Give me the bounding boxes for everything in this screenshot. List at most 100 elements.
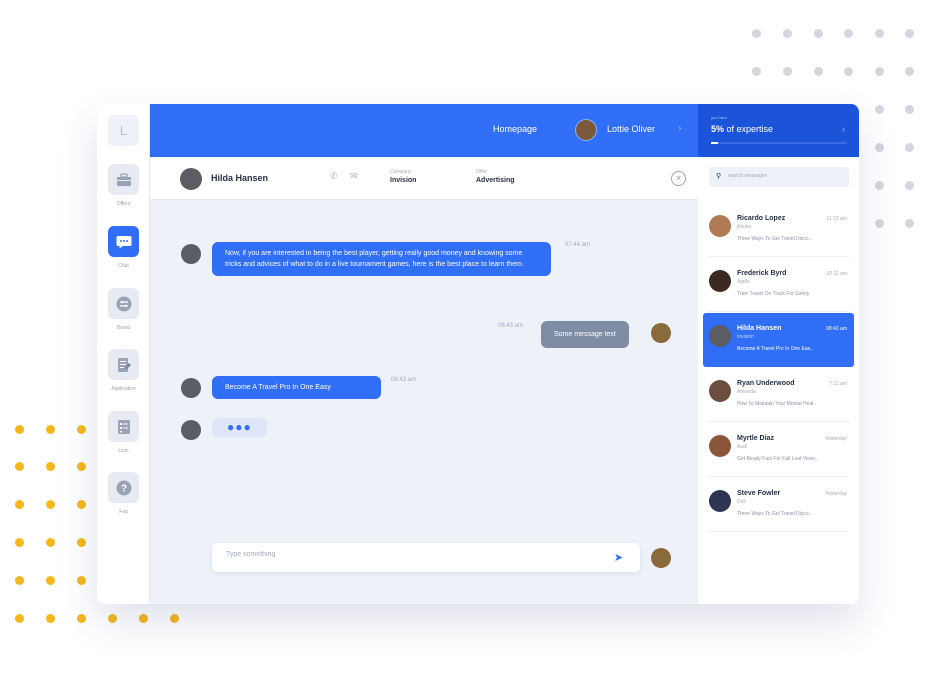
company-info: Company Invision: [390, 169, 416, 184]
expertise-caption: you have: [711, 115, 728, 120]
nav-label-lists: Lists: [118, 448, 129, 454]
message-bubble: Now, if you are interested in being the …: [212, 242, 551, 276]
message-bubble: Become A Travel Pro In One Easy: [212, 376, 381, 399]
nav-item-offers[interactable]: Offers: [97, 164, 150, 207]
contact-item[interactable]: Hilda Hansen Invision 08:43 am Become A Tra…: [703, 313, 854, 367]
message-avatar: [181, 420, 201, 440]
nav-label-offers: Offers: [116, 201, 131, 207]
homepage-link[interactable]: Homepage: [493, 124, 537, 134]
contact-name: Ricardo Lopez: [737, 215, 786, 222]
expertise-label: of expertise: [724, 124, 774, 134]
phone-icon[interactable]: ✆: [330, 171, 338, 182]
document-edit-icon: [108, 349, 139, 380]
search-input[interactable]: [728, 173, 838, 179]
contact-name: Steve Fowler: [737, 490, 781, 497]
left-nav: L Offers Chat Board Application Lists ? …: [97, 104, 150, 604]
contact-time: 7:11 am: [829, 381, 847, 387]
app-window: L Offers Chat Board Application Lists ? …: [97, 104, 859, 604]
message-avatar: [181, 378, 201, 398]
contact-preview: Three Ways To Get Travel Disco...: [737, 511, 813, 517]
sliders-icon: [108, 288, 139, 319]
nav-label-application: Application: [111, 386, 136, 392]
app-logo[interactable]: L: [108, 115, 139, 146]
divider: [708, 531, 849, 532]
expertise-value: 5% of expertise: [711, 124, 773, 134]
message-input[interactable]: [226, 551, 586, 558]
mail-icon[interactable]: ✉: [350, 171, 358, 182]
contact-name: Myrtle Diaz: [737, 435, 774, 442]
message-time: 07:44 am: [565, 242, 591, 248]
divider: [708, 476, 849, 477]
contact-time: 08:43 am: [826, 326, 847, 332]
nav-item-application[interactable]: Application: [97, 349, 150, 392]
contact-item[interactable]: Steve Fowler Dell Yesterday Three Ways To G…: [703, 478, 854, 532]
expertise-progress-fill: [711, 142, 718, 144]
top-bar: Homepage Lottie Oliver ›: [150, 104, 698, 157]
svg-text:?: ?: [120, 483, 126, 494]
contact-item[interactable]: Ryan Underwood Amoeda 7:11 am How To Mainta…: [703, 368, 854, 422]
chat-bubble-icon: [108, 226, 139, 257]
contact-preview: How To Maintain Your Mental Heal..: [737, 401, 817, 407]
list-icon: [108, 411, 139, 442]
contact-name: Frederick Byrd: [737, 270, 787, 277]
contact-time: 10:11 am: [826, 271, 847, 277]
nav-item-chat[interactable]: Chat: [97, 226, 150, 269]
close-icon[interactable]: ×: [671, 171, 686, 186]
expertise-progress-bar: [711, 142, 847, 144]
contact-avatar: [709, 215, 731, 237]
contact-item[interactable]: Frederick Byrd Apple 10:11 am Train Travel …: [703, 258, 854, 312]
question-icon: ?: [108, 472, 139, 503]
contact-preview: Become A Travel Pro In One Eas..: [737, 346, 813, 352]
contact-avatar: [709, 270, 731, 292]
message-composer: ➤: [212, 543, 640, 572]
contact-time: 11:23 am: [826, 216, 847, 222]
nav-item-board[interactable]: Board: [97, 288, 150, 331]
expertise-percent: 5%: [711, 124, 725, 134]
contact-preview: Train Travel On Track For Safety: [737, 291, 810, 297]
send-icon[interactable]: ➤: [614, 551, 623, 564]
message-time: 08:43 am: [391, 377, 417, 383]
message-bubble-sent: Some message text: [541, 321, 629, 348]
contact-avatar: [709, 435, 731, 457]
user-avatar[interactable]: [575, 119, 597, 141]
contact-time: Yesterday: [824, 491, 847, 497]
nav-label-board: Board: [116, 325, 131, 331]
my-avatar: [651, 548, 671, 568]
contact-preview: Three Ways To Get Travel Disco...: [737, 236, 813, 242]
search-icon: ⚲: [716, 173, 722, 180]
contact-avatar: [709, 325, 731, 347]
typing-indicator: ●●●: [212, 418, 267, 437]
contact-company: Invision: [737, 334, 754, 340]
contacts-panel: ⚲ Ricardo Lopez Adobe 11:23 am Three Ways T…: [698, 157, 859, 604]
briefcase-icon: [108, 164, 139, 195]
search-box: ⚲: [709, 167, 849, 187]
offer-label: Offer: [476, 169, 488, 175]
nav-label-chat: Chat: [118, 263, 129, 269]
contact-item[interactable]: Ricardo Lopez Adobe 11:23 am Three Ways To …: [703, 203, 854, 257]
user-name[interactable]: Lottie Oliver: [607, 124, 655, 134]
divider: [708, 311, 849, 312]
contact-name: Ryan Underwood: [737, 380, 795, 387]
offer-info: Offer Advertising: [476, 169, 515, 184]
contact-company: Adobe: [737, 224, 752, 230]
nav-item-lists[interactable]: Lists: [97, 411, 150, 454]
nav-item-faq[interactable]: ? Faq: [97, 472, 150, 515]
message-avatar: [181, 244, 201, 264]
contact-company: Apple: [737, 279, 750, 285]
contact-item[interactable]: Myrtle Diaz Audi Yesterday Get Ready Fast F…: [703, 423, 854, 477]
contact-time: Yesterday: [824, 436, 847, 442]
divider: [708, 421, 849, 422]
contact-preview: Get Ready Fast For Fall Leaf Viewi...: [737, 456, 819, 462]
contact-avatar: [709, 490, 731, 512]
company-label: Company: [390, 169, 412, 175]
chevron-right-icon[interactable]: ›: [842, 124, 845, 134]
contact-company: Amoeda: [737, 389, 756, 395]
offer-value: Advertising: [476, 177, 515, 184]
chat-header: Hilda Hansen ✆ ✉ Company Invision Offer …: [150, 157, 698, 200]
company-value: Invision: [390, 177, 417, 184]
chevron-right-icon[interactable]: ›: [678, 123, 681, 134]
contact-company: Dell: [737, 499, 746, 505]
contact-name: Hilda Hansen: [211, 173, 269, 183]
contact-name: Hilda Hansen: [737, 325, 782, 332]
contact-avatar: [709, 380, 731, 402]
